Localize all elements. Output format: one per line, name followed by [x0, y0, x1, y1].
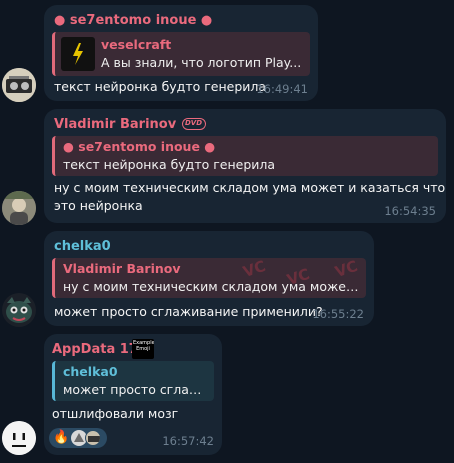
- sender-emoji-badge: Example Emoji: [132, 339, 154, 359]
- message-text: текст нейронка будто генерила: [54, 79, 267, 94]
- reply-sender-name: chelka0: [63, 364, 118, 379]
- sender-name[interactable]: chelka0: [54, 239, 111, 254]
- watermark-icon: VC: [332, 258, 360, 282]
- message-text: отшлифовали мозг: [52, 406, 179, 421]
- cartoon-avatar-icon: [2, 293, 36, 327]
- message-bubble[interactable]: ● se7entomo inoue ● veselcraft А вы знал…: [44, 5, 318, 101]
- reply-quote[interactable]: veselcraft А вы знали, что логотип Play.…: [52, 32, 310, 76]
- radio-avatar-icon: [2, 68, 36, 102]
- reply-quote[interactable]: ● se7entomo inoue ● текст нейронка будто…: [52, 136, 438, 176]
- reply-text: А вы знали, что логотип Play...: [101, 55, 302, 70]
- avatar-appdata[interactable]: [2, 421, 36, 455]
- message-time: 16:55:22: [312, 307, 364, 321]
- message-bubble[interactable]: chelka0 VC VC VC Vladimir Barinov ну с м…: [44, 231, 374, 326]
- reply-quote[interactable]: chelka0 может просто сглажи...: [52, 361, 214, 401]
- message-bubble[interactable]: Vladimir Barinov DVD ● se7entomo inoue ●…: [44, 109, 446, 223]
- message-bubble[interactable]: AppData 174 Example Emoji chelka0 может …: [44, 334, 222, 455]
- message-text-line: ну с моим техническим складом ума может …: [54, 180, 446, 195]
- sender-badge: DVD: [182, 118, 206, 130]
- reply-text: текст нейронка будто генерила: [63, 157, 276, 172]
- avatar-se7entomo[interactable]: [2, 68, 36, 102]
- chat-history[interactable]: ● se7entomo inoue ● veselcraft А вы знал…: [0, 0, 454, 463]
- reply-sender-name: veselcraft: [101, 37, 172, 52]
- logo-icon: [73, 43, 83, 65]
- message-time: 16:49:41: [256, 82, 308, 96]
- reply-sender-name: ● se7entomo inoue ●: [63, 139, 216, 154]
- badge-text: DVD: [185, 119, 203, 127]
- message-time: 16:54:35: [384, 204, 436, 218]
- avatar-chelka0[interactable]: [2, 293, 36, 327]
- reactions-row[interactable]: 🔥: [49, 428, 107, 448]
- message-time: 16:57:42: [162, 434, 214, 448]
- blank-face-icon: [2, 421, 36, 455]
- reply-text: может просто сглажи...: [63, 382, 211, 397]
- watermark-icon: VC: [240, 258, 268, 282]
- avatar-vladimir[interactable]: [2, 191, 36, 225]
- reply-text: ну с моим техническим складом ума может …: [63, 279, 361, 294]
- user-avatar-icon: [88, 436, 100, 442]
- reply-thumbnail: [61, 37, 95, 71]
- fire-icon[interactable]: 🔥: [53, 430, 69, 446]
- sender-name[interactable]: Vladimir Barinov: [54, 117, 176, 132]
- sender-name[interactable]: ● se7entomo inoue ●: [54, 13, 212, 28]
- reply-quote[interactable]: VC VC VC Vladimir Barinov ну с моим техн…: [52, 258, 366, 298]
- reply-sender-name: Vladimir Barinov: [63, 261, 181, 276]
- photo-avatar-icon: [2, 191, 36, 225]
- message-text: может просто сглаживание применили?: [54, 304, 323, 319]
- emoji-badge-text: Example Emoji: [133, 340, 154, 352]
- message-text-line: это нейронка: [54, 198, 143, 213]
- reaction-user-avatar: [85, 430, 101, 446]
